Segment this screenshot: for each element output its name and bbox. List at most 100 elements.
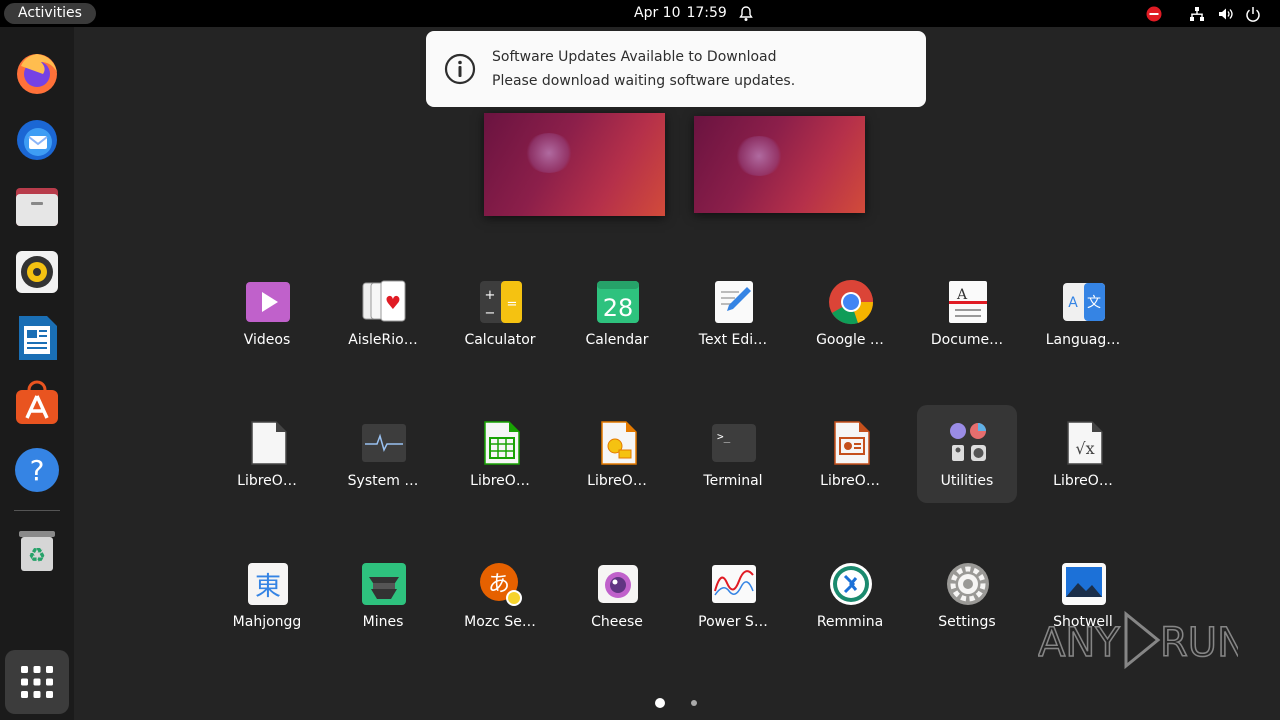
- document-viewer-icon: A: [949, 281, 987, 323]
- svg-text:−: −: [485, 306, 496, 321]
- app-utilities-folder[interactable]: Utilities: [917, 405, 1017, 503]
- svg-text:√x: √x: [1075, 439, 1094, 458]
- svg-text:A: A: [1068, 295, 1078, 311]
- app-center-icon[interactable]: [13, 380, 61, 428]
- libreoffice-calc-icon: [484, 421, 520, 465]
- utilities-folder-icon: [950, 423, 986, 461]
- page-indicator-2[interactable]: [691, 700, 697, 706]
- help-icon[interactable]: ?: [13, 446, 61, 494]
- videos-icon: [246, 282, 290, 322]
- volume-icon[interactable]: [1218, 6, 1234, 22]
- system-monitor-icon: [362, 424, 406, 462]
- app-label: Calendar: [585, 332, 649, 348]
- calendar-date-badge: 28: [603, 294, 634, 322]
- libreoffice-math-icon: √x: [1067, 421, 1103, 465]
- power-statistics-icon: [712, 565, 756, 603]
- app-mahjongg[interactable]: 東 Mahjongg: [217, 553, 317, 653]
- do-not-disturb-icon[interactable]: [1146, 6, 1162, 22]
- app-label: Videos: [243, 332, 291, 348]
- app-label: LibreO…: [237, 473, 297, 489]
- svg-text:文: 文: [1087, 295, 1101, 311]
- files-icon[interactable]: [13, 182, 61, 230]
- firefox-icon[interactable]: [13, 50, 61, 98]
- network-wired-icon[interactable]: [1189, 6, 1205, 22]
- app-cheese[interactable]: Cheese: [567, 553, 667, 653]
- chrome-icon: [829, 280, 874, 325]
- calendar-icon: 28: [597, 281, 639, 323]
- app-label: LibreO…: [587, 473, 647, 489]
- app-mines[interactable]: Mines: [333, 553, 433, 653]
- app-aisleriot[interactable]: ♥ AisleRio…: [333, 271, 433, 371]
- app-document-viewer[interactable]: A Docume…: [917, 271, 1017, 371]
- app-label: AisleRio…: [348, 332, 418, 348]
- svg-text:+: +: [485, 288, 496, 303]
- clock[interactable]: Apr 10 17:59: [634, 0, 733, 27]
- calculator-icon: + − =: [480, 281, 522, 323]
- trash-icon[interactable]: ♻: [13, 527, 61, 575]
- shotwell-icon: [1062, 563, 1106, 605]
- writer-icon[interactable]: [13, 314, 61, 362]
- app-libreoffice-math[interactable]: √x LibreO…: [1033, 412, 1133, 512]
- page-indicator-1[interactable]: [655, 698, 665, 708]
- notification-title: Software Updates Available to Download: [492, 49, 777, 65]
- svg-text:?: ?: [30, 454, 45, 487]
- app-remmina[interactable]: Remmina: [800, 553, 900, 653]
- app-label: Mines: [362, 614, 404, 630]
- app-label: Docume…: [930, 332, 1004, 348]
- workspace-thumbnail-1[interactable]: [484, 113, 665, 216]
- settings-icon: [947, 563, 989, 605]
- notification-bell-icon[interactable]: [738, 5, 754, 22]
- show-apps-button[interactable]: [5, 650, 69, 714]
- cheese-icon: [598, 565, 638, 603]
- date-label: Apr 10: [634, 5, 681, 21]
- activities-button[interactable]: Activities: [4, 3, 96, 24]
- svg-text:あ: あ: [488, 572, 510, 597]
- remmina-icon: [830, 563, 872, 605]
- app-system-monitor[interactable]: System …: [333, 412, 433, 512]
- svg-text:♻: ♻: [28, 543, 46, 567]
- app-settings[interactable]: Settings: [917, 553, 1017, 653]
- svg-text:RUN: RUN: [1160, 620, 1238, 666]
- time-label: 17:59: [686, 5, 727, 21]
- text-editor-icon: [715, 281, 753, 323]
- notification-body: Please download waiting software updates…: [492, 73, 796, 89]
- app-libreoffice-calc[interactable]: LibreO…: [450, 412, 550, 512]
- app-power-statistics[interactable]: Power S…: [683, 553, 783, 653]
- mines-icon: [362, 563, 406, 605]
- app-label: LibreO…: [470, 473, 530, 489]
- svg-text:A: A: [956, 287, 968, 303]
- app-google-chrome[interactable]: Google …: [800, 271, 900, 371]
- app-language-support[interactable]: A 文 Languag…: [1033, 271, 1133, 371]
- power-icon[interactable]: [1245, 6, 1261, 22]
- app-libreoffice[interactable]: LibreO…: [217, 412, 317, 512]
- app-videos[interactable]: Videos: [217, 271, 317, 371]
- svg-text:>_: >_: [717, 430, 731, 443]
- app-calculator[interactable]: + − = Calculator: [450, 271, 550, 371]
- app-label: LibreO…: [1053, 473, 1113, 489]
- anyrun-watermark-logo: ANY RUN: [1038, 610, 1238, 670]
- show-apps-icon: [21, 666, 53, 698]
- terminal-icon: >_: [712, 424, 756, 462]
- app-libreoffice-impress[interactable]: LibreO…: [800, 412, 900, 512]
- svg-text:♥: ♥: [385, 293, 401, 314]
- app-mozc-setup[interactable]: あ Mozc Se…: [450, 553, 550, 653]
- app-text-editor[interactable]: Text Edi…: [683, 271, 783, 371]
- app-label: LibreO…: [820, 473, 880, 489]
- app-label: Calculator: [464, 332, 536, 348]
- rhythmbox-icon[interactable]: [13, 248, 61, 296]
- language-icon: A 文: [1063, 283, 1105, 321]
- svg-text:ANY: ANY: [1038, 620, 1120, 666]
- workspace-thumbnail-2[interactable]: [694, 116, 865, 213]
- mozc-icon: あ: [480, 563, 522, 606]
- app-label: Cheese: [591, 614, 643, 630]
- app-label: Terminal: [703, 473, 763, 489]
- aisleriot-icon: ♥: [362, 280, 406, 322]
- app-calendar[interactable]: 28 Calendar: [567, 271, 667, 371]
- app-libreoffice-draw[interactable]: LibreO…: [567, 412, 667, 512]
- info-icon: [444, 53, 476, 85]
- notification-banner[interactable]: Software Updates Available to Download P…: [426, 31, 926, 107]
- svg-text:=: =: [507, 297, 518, 312]
- thunderbird-icon[interactable]: [13, 116, 61, 164]
- app-terminal[interactable]: >_ Terminal: [683, 412, 783, 512]
- svg-text:東: 東: [255, 572, 281, 602]
